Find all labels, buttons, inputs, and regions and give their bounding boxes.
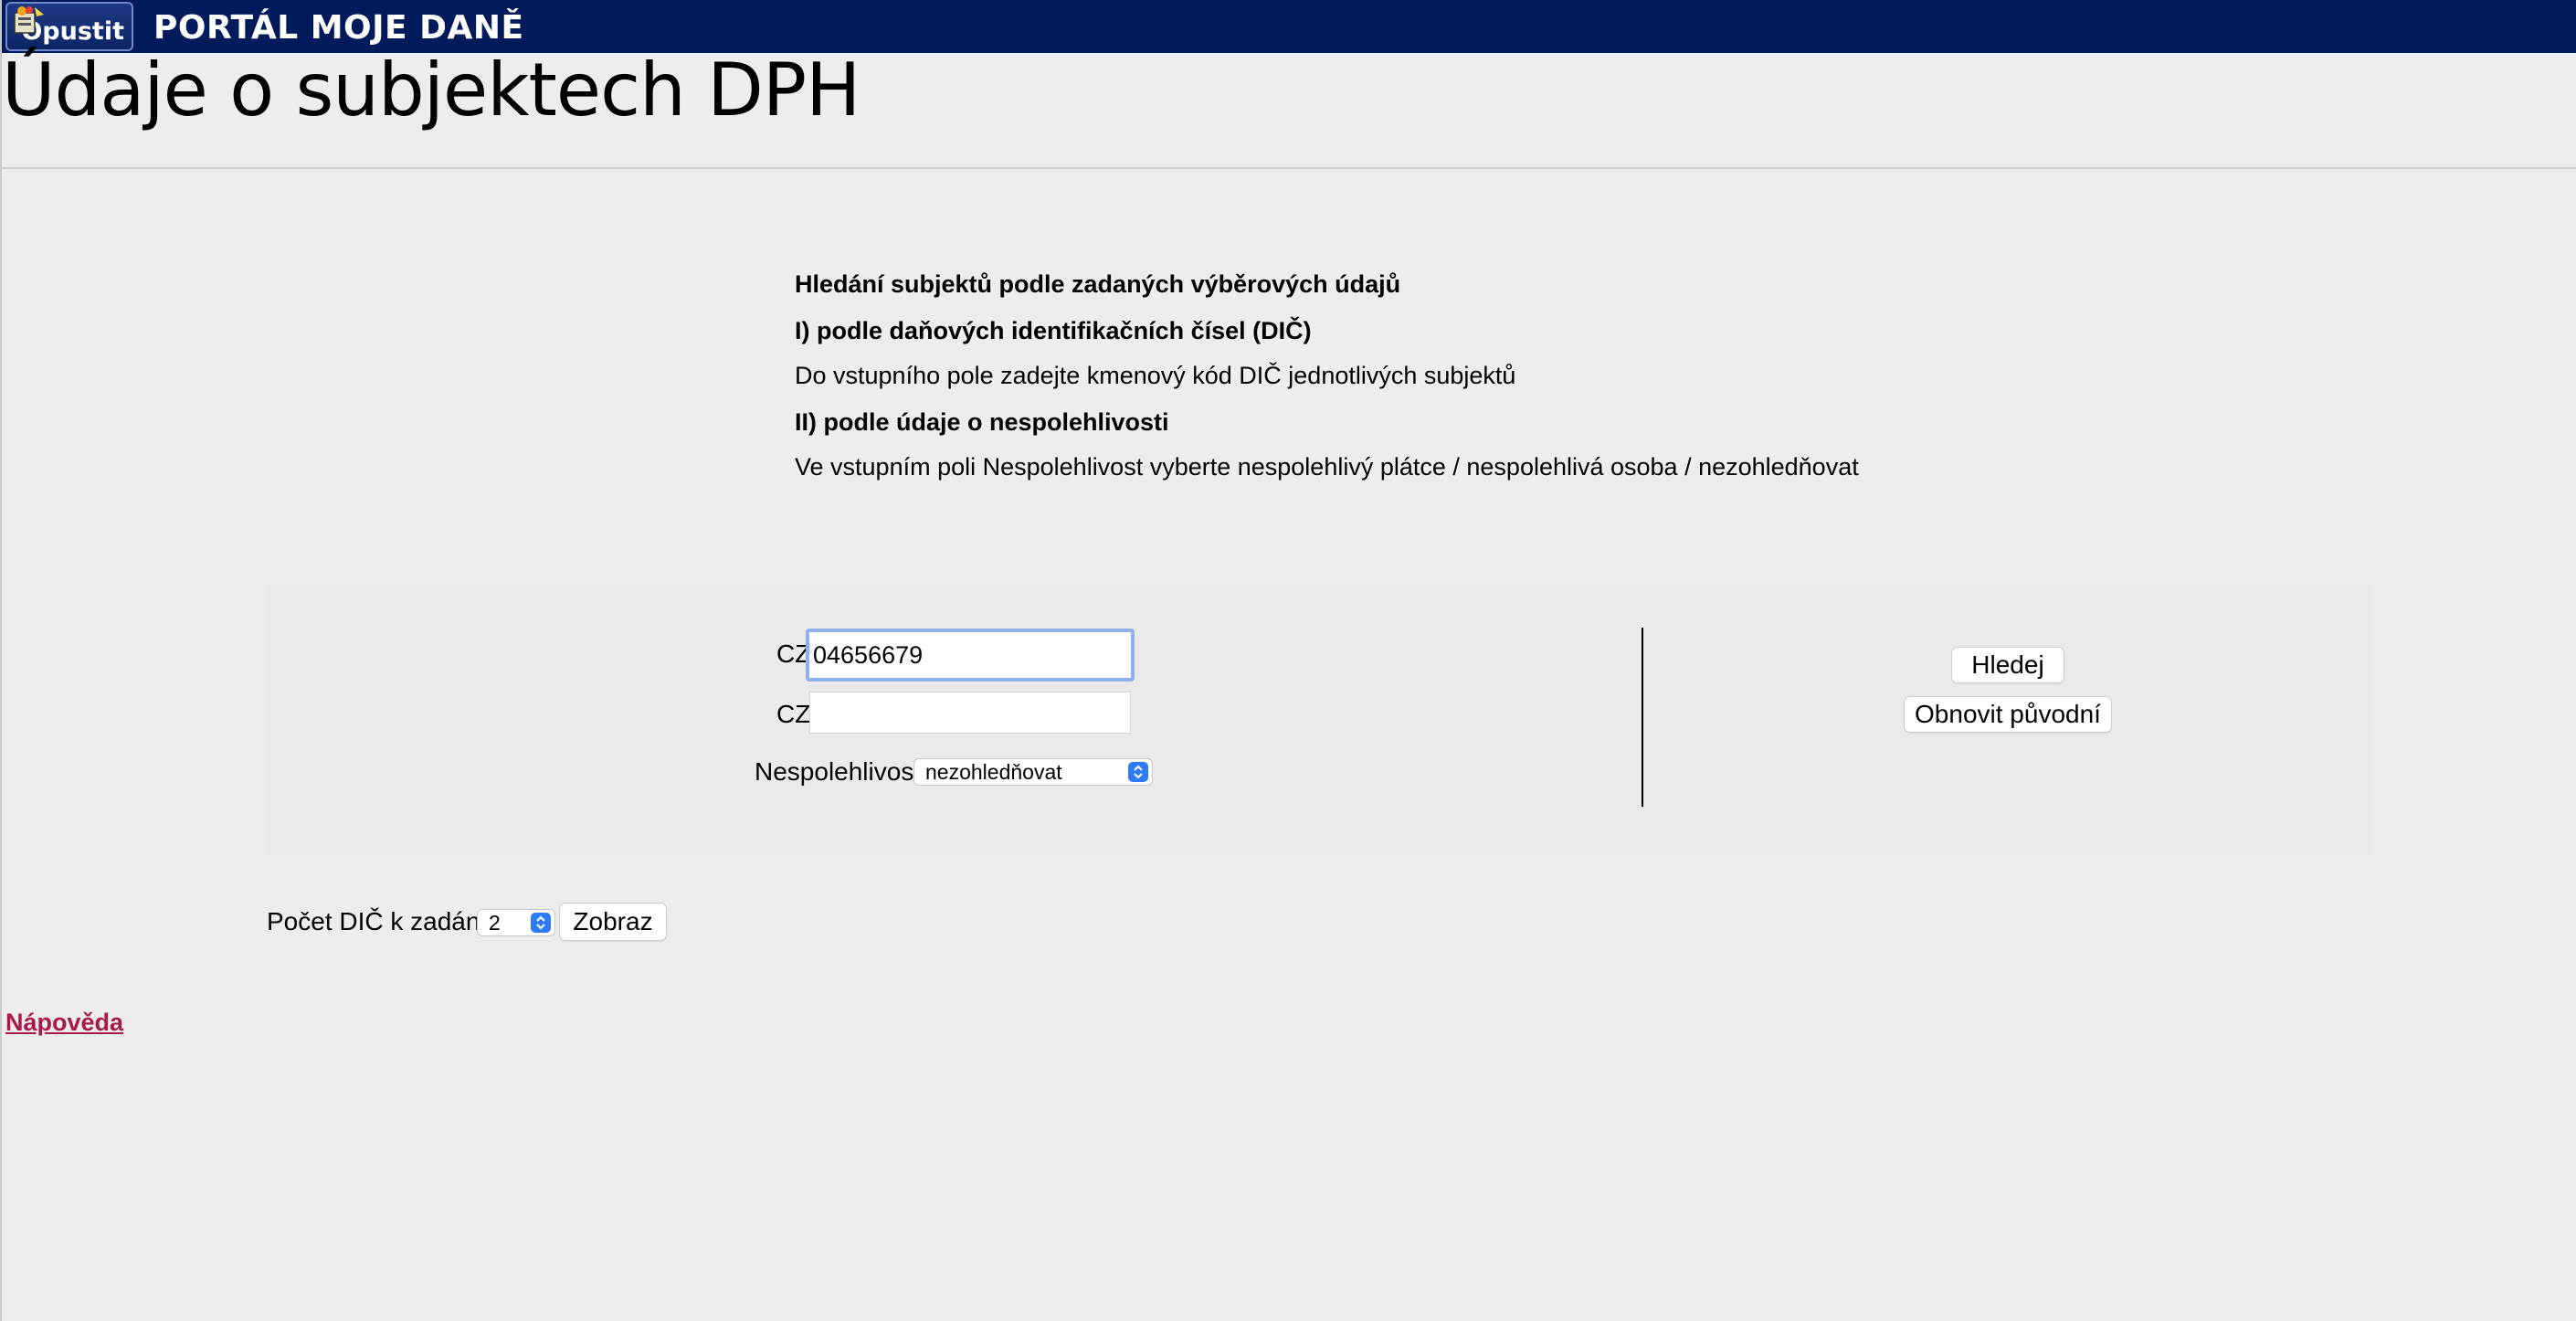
- section1-text: Do vstupního pole zadejte kmenový kód DI…: [795, 362, 1516, 389]
- unreliability-selected: nezohledňovat: [925, 759, 1062, 784]
- dic-count-select[interactable]: 2: [477, 909, 555, 936]
- dic-count-selected: 2: [489, 910, 501, 935]
- chevron-up-down-icon: [1128, 762, 1148, 782]
- chevron-up-down-icon: [531, 913, 551, 933]
- dic-prefix-2: CZ: [776, 700, 811, 728]
- dic-input-1[interactable]: [806, 629, 1135, 682]
- exit-button[interactable]: Opustit: [5, 2, 133, 51]
- section2-text: Ve vstupním poli Nespolehlivost vyberte …: [795, 453, 1859, 481]
- dic-input-2[interactable]: [809, 692, 1131, 734]
- show-button[interactable]: Zobraz: [559, 903, 667, 941]
- section2-title: II) podle údaje o nespolehlivosti: [795, 408, 1169, 436]
- portal-title: PORTÁL MOJE DANĚ: [153, 9, 524, 47]
- title-divider: [2, 167, 2576, 169]
- exit-app-icon: [14, 6, 44, 34]
- search-button[interactable]: Hledej: [1951, 647, 2064, 683]
- section1-title: I) podle daňových identifikačních čísel …: [795, 317, 1312, 344]
- dic-count-label: Počet DIČ k zadání:: [267, 907, 495, 935]
- unreliability-label: Nespolehlivost: [755, 757, 922, 786]
- reset-button[interactable]: Obnovit původní: [1904, 696, 2112, 733]
- help-link[interactable]: Nápověda: [5, 1009, 123, 1037]
- page-title: Údaje o subjektech DPH: [2, 48, 860, 132]
- panel-divider: [1642, 628, 1643, 807]
- info-heading: Hledání subjektů podle zadaných výběrový…: [795, 270, 1401, 298]
- unreliability-select[interactable]: nezohledňovat: [913, 758, 1153, 786]
- top-bar: Opustit PORTÁL MOJE DANĚ: [2, 0, 2576, 53]
